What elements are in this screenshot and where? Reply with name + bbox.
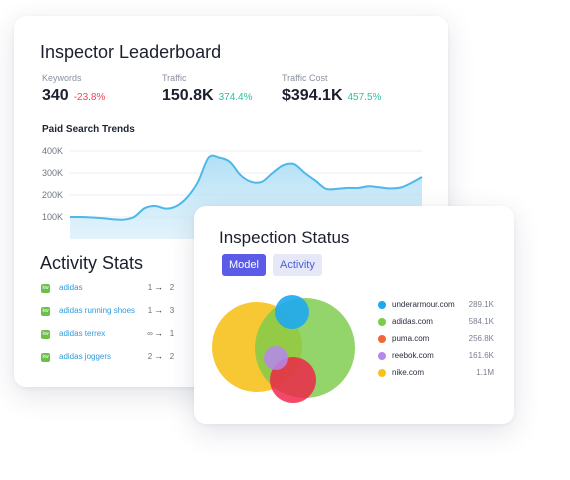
arrow-right-icon: → — [154, 328, 163, 338]
legend-value: 289.1K — [468, 300, 494, 309]
paid-search-trends-title: Paid Search Trends — [42, 124, 135, 135]
legend-color-dot — [378, 369, 386, 377]
venn-circle-underarmour — [275, 295, 309, 329]
activity-keyword-link[interactable]: adidas joggers — [59, 352, 111, 361]
legend-domain: underarmour.com — [392, 300, 455, 309]
legend-value: 584.1K — [468, 317, 494, 326]
legend-item: underarmour.com 289.1K — [378, 299, 494, 311]
activity-position-to: 3 — [169, 306, 175, 315]
metric-traffic-cost-value: $394.1K — [282, 87, 343, 104]
activity-stats-title: Activity Stats — [40, 253, 144, 273]
legend-value: 161.6K — [468, 351, 494, 360]
metric-traffic-cost: $394.1K 457.5% — [282, 87, 381, 105]
tab-activity[interactable]: Activity — [273, 254, 322, 276]
legend-color-dot — [378, 318, 386, 326]
arrow-right-icon: → — [154, 305, 163, 315]
arrow-right-icon: → — [154, 282, 163, 292]
activity-row: kw adidas 1 → 2 — [41, 282, 191, 296]
keyword-badge-icon: kw — [41, 284, 50, 293]
activity-keyword-link[interactable]: adidas running shoes — [59, 306, 135, 315]
metric-keywords: 340 -23.8% — [42, 87, 105, 105]
activity-row: kw adidas joggers 2 → 2 — [41, 351, 191, 365]
activity-row: kw adidas running shoes 1 → 3 — [41, 305, 191, 319]
legend-domain: puma.com — [392, 334, 430, 343]
domain-overlap-venn-diagram — [212, 295, 355, 403]
legend-domain: adidas.com — [392, 317, 433, 326]
metric-traffic-label: Traffic — [162, 73, 187, 83]
y-tick-label: 200K — [42, 190, 63, 200]
legend-color-dot — [378, 335, 386, 343]
activity-keyword-link[interactable]: adidas terrex — [59, 329, 105, 338]
inspection-status-title: Inspection Status — [219, 228, 350, 247]
legend-color-dot — [378, 352, 386, 360]
keyword-badge-icon: kw — [41, 353, 50, 362]
activity-position-to: 2 — [169, 283, 175, 292]
activity-row: kw adidas terrex ∞ → 1 — [41, 328, 191, 342]
inspection-status-card: Inspection Status Model Activity underar… — [194, 206, 514, 424]
activity-position-to: 1 — [169, 329, 175, 338]
keyword-badge-icon: kw — [41, 330, 50, 339]
metric-traffic-change: 374.4% — [218, 92, 253, 103]
metric-traffic: 150.8K 374.4% — [162, 87, 253, 105]
keyword-badge-icon: kw — [41, 307, 50, 316]
y-tick-label: 400K — [42, 146, 63, 156]
activity-position-to: 2 — [169, 352, 175, 361]
metric-keywords-change: -23.8% — [73, 92, 106, 103]
legend-color-dot — [378, 301, 386, 309]
metric-traffic-cost-change: 457.5% — [347, 92, 382, 103]
legend-item: reebok.com 161.6K — [378, 350, 494, 362]
legend-domain: nike.com — [392, 368, 425, 377]
y-tick-label: 300K — [42, 168, 63, 178]
legend-value: 256.8K — [468, 334, 494, 343]
y-tick-label: 100K — [42, 212, 63, 222]
metric-traffic-cost-label: Traffic Cost — [282, 73, 328, 83]
metric-keywords-value: 340 — [42, 87, 69, 104]
legend-item: adidas.com 584.1K — [378, 316, 494, 328]
metric-traffic-value: 150.8K — [162, 87, 214, 104]
activity-keyword-link[interactable]: adidas — [59, 283, 83, 292]
legend-item: puma.com 256.8K — [378, 333, 494, 345]
legend-domain: reebok.com — [392, 351, 434, 360]
legend-item: nike.com 1.1M — [378, 367, 494, 379]
arrow-right-icon: → — [154, 351, 163, 361]
tab-model[interactable]: Model — [222, 254, 266, 276]
legend-value: 1.1M — [476, 368, 494, 377]
leaderboard-title: Inspector Leaderboard — [40, 42, 222, 62]
metric-keywords-label: Keywords — [42, 73, 82, 83]
venn-circle-reebok — [264, 346, 288, 370]
